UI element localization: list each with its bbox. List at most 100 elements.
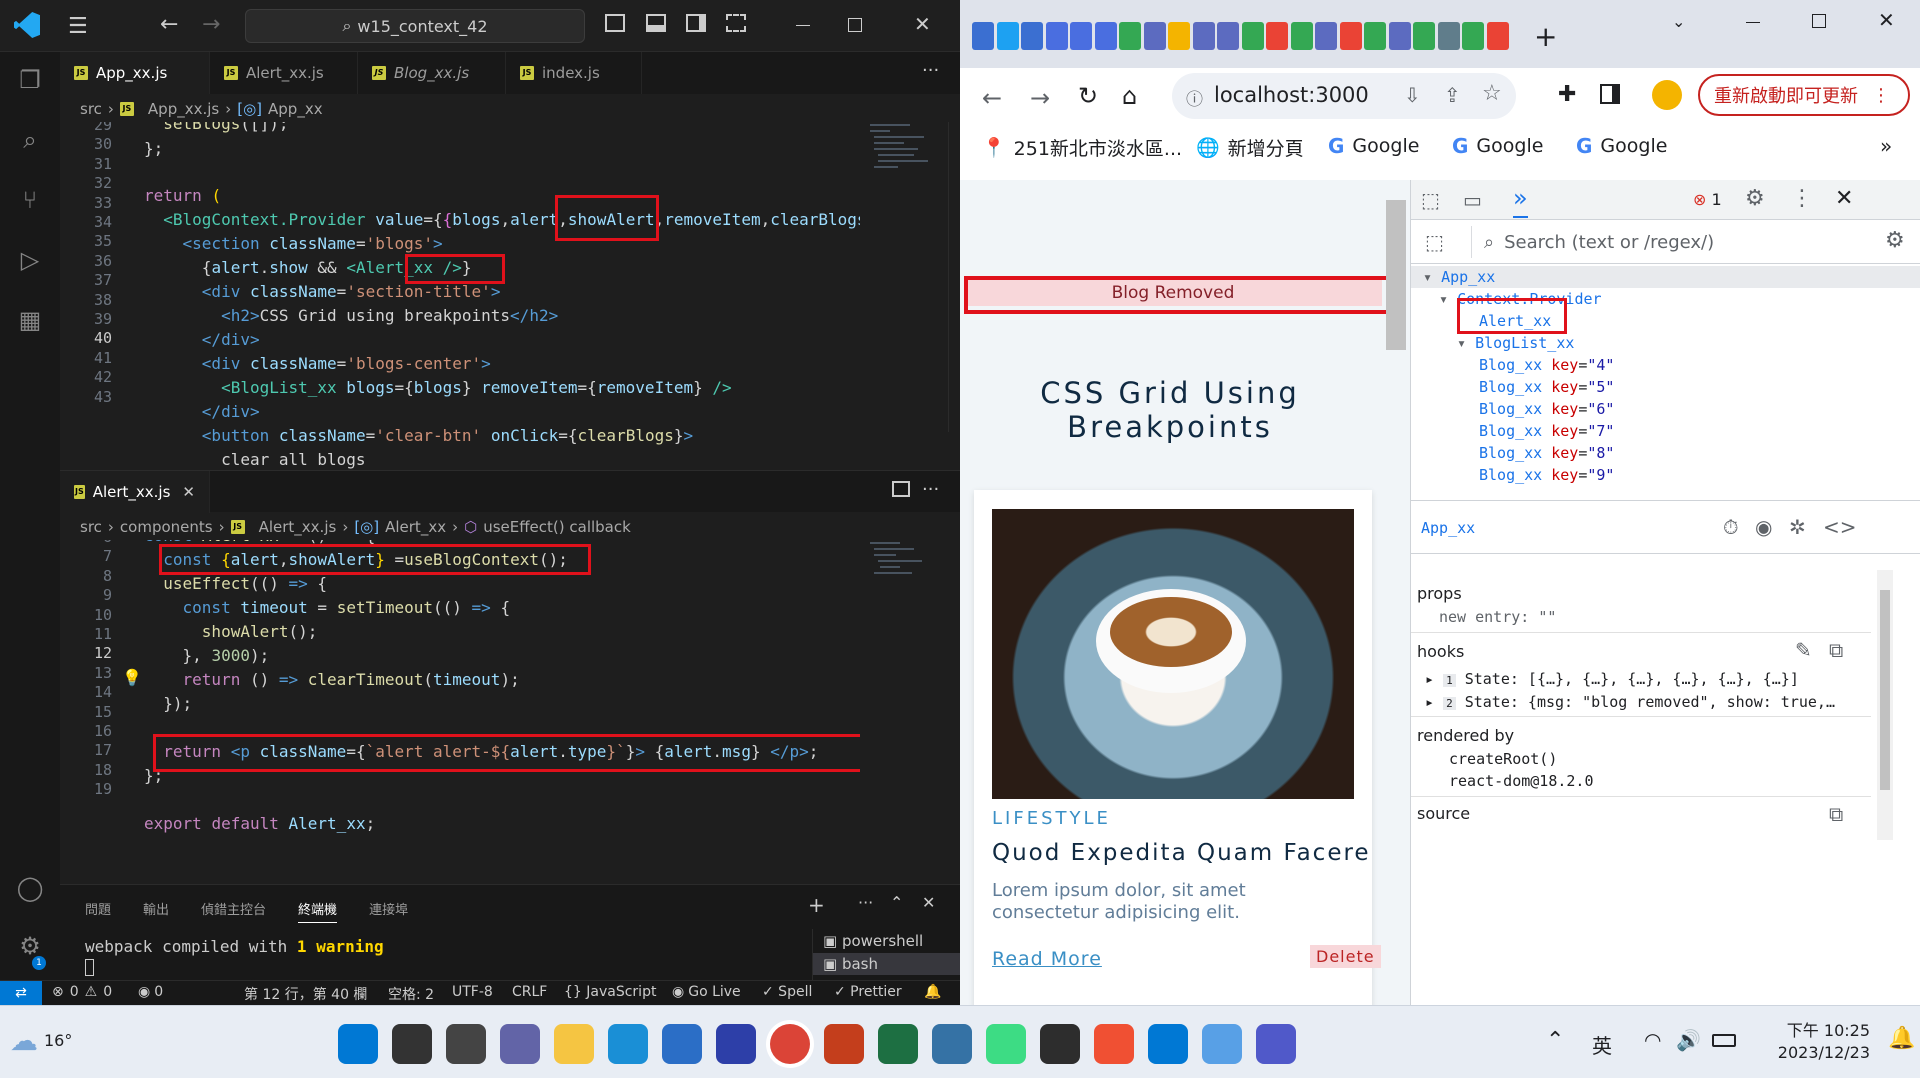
go-live[interactable]: ◉ Go Live — [672, 984, 741, 1000]
browser-tab[interactable] — [1315, 22, 1337, 50]
extensions-icon[interactable]: ✚ — [1558, 82, 1576, 107]
bookmark-3[interactable]: G Google — [1328, 134, 1419, 158]
tab-app-xx[interactable]: JS App_xx.js — [60, 52, 210, 94]
devtools-scrollbar[interactable] — [1877, 570, 1893, 840]
back-icon[interactable]: ← — [982, 84, 1002, 112]
browser-tab[interactable] — [1070, 22, 1092, 50]
chrome-icon[interactable] — [770, 1024, 810, 1064]
teams-icon[interactable] — [1256, 1024, 1296, 1064]
git-icon[interactable] — [1094, 1024, 1134, 1064]
panel-tab-ports[interactable]: 連接埠 — [369, 899, 408, 923]
clock[interactable]: 下午 10:25 2023/12/23 — [1760, 1020, 1870, 1064]
address-bar[interactable]: ⓘ localhost:3000 ⇩ ⇪ ☆ — [1172, 73, 1516, 119]
browser-tab[interactable] — [1217, 22, 1239, 50]
command-center-search[interactable]: ⌕ w15_context_42 — [245, 9, 585, 43]
bookmark-star-icon[interactable]: ☆ — [1482, 81, 1502, 106]
browser-tab[interactable] — [972, 22, 994, 50]
prettier-status[interactable]: ✓ Prettier — [834, 984, 902, 1000]
component-tree[interactable]: ▾ App_xx ▾ Context.Provider Alert_xx ▾ B… — [1411, 264, 1920, 504]
bookmark-5[interactable]: G Google — [1576, 134, 1667, 158]
browser-tab[interactable] — [1045, 22, 1068, 50]
settings-gear-icon[interactable]: ⚙ — [1745, 186, 1765, 211]
ime-indicator[interactable]: 英 — [1592, 1030, 1612, 1059]
timer-icon[interactable]: ⏱ — [1723, 515, 1739, 539]
toggle-panel-icon[interactable] — [646, 14, 666, 32]
terminal-item-bash[interactable]: ▣ bash — [813, 953, 960, 975]
more-tabs-icon[interactable]: » — [1513, 184, 1528, 218]
start-icon[interactable] — [338, 1024, 378, 1064]
explorer-icon[interactable]: ❐ — [14, 64, 46, 96]
more-bookmarks-icon[interactable]: » — [1880, 134, 1892, 158]
tab-alert-xx-2[interactable]: JS Alert_xx.js ✕ — [60, 471, 210, 513]
tab-alert-xx[interactable]: JS Alert_xx.js — [210, 52, 358, 94]
panel-tab-debug-console[interactable]: 偵錯主控台 — [201, 899, 266, 923]
tab-search-icon[interactable]: ⌄ — [1672, 12, 1685, 31]
browser-tab[interactable] — [1168, 22, 1190, 50]
android-studio-icon[interactable] — [986, 1024, 1026, 1064]
search-icon[interactable] — [392, 1024, 432, 1064]
account-icon[interactable]: ◯ — [14, 872, 46, 904]
tree-node-root[interactable]: ▾ App_xx — [1423, 268, 1495, 286]
notification-bell-icon[interactable]: 🔔 — [1888, 1026, 1915, 1051]
close-tab-icon[interactable]: ✕ — [182, 483, 195, 501]
reload-icon[interactable]: ↻ — [1078, 82, 1098, 110]
parse-hooks-icon[interactable]: ✎ — [1795, 638, 1812, 662]
panel-tab-output[interactable]: 輸出 — [143, 899, 169, 923]
menu-icon[interactable]: ☰ — [68, 14, 88, 39]
weather-widget[interactable]: ☁ 16° — [10, 1024, 72, 1057]
minimize-icon[interactable] — [796, 25, 810, 26]
close-icon[interactable]: ✕ — [914, 12, 931, 36]
encoding[interactable]: UTF-8 — [452, 984, 493, 1000]
maximize-icon[interactable] — [848, 18, 862, 32]
tab-blog-xx[interactable]: JS Blog_xx.js — [358, 52, 506, 94]
lightbulb-icon[interactable]: 💡 — [122, 668, 142, 687]
home-icon[interactable]: ⌂ — [1122, 82, 1137, 110]
browser-tab[interactable] — [1143, 22, 1166, 50]
extensions-icon[interactable]: ▦ — [14, 304, 46, 336]
new-tab-icon[interactable]: + — [1534, 20, 1557, 53]
bookmark-2[interactable]: 🌐 新增分頁 — [1196, 134, 1304, 161]
browser-tab[interactable] — [1094, 22, 1117, 50]
chat-icon[interactable] — [500, 1024, 540, 1064]
bookmark-4[interactable]: G Google — [1452, 134, 1543, 158]
vscode-icon[interactable] — [1148, 1024, 1188, 1064]
bookmark-1[interactable]: 📍 251新北市淡水區... — [982, 134, 1182, 161]
search-icon[interactable]: ⌕ — [14, 124, 46, 156]
back-arrow-icon[interactable]: ← — [160, 12, 178, 37]
error-count[interactable]: ⊗ 1 — [1693, 190, 1722, 209]
search-components[interactable]: ⌕ Search (text or /regex/) — [1471, 226, 1851, 258]
powerpoint-icon[interactable] — [824, 1024, 864, 1064]
vscode-alt-icon[interactable] — [716, 1024, 756, 1064]
app-icon[interactable] — [1202, 1024, 1242, 1064]
forward-arrow-icon[interactable]: → — [202, 12, 220, 37]
indentation[interactable]: 空格: 2 — [388, 984, 434, 1004]
profile-avatar[interactable] — [1652, 80, 1682, 110]
terminal-output[interactable]: webpack compiled with 1 warning — [85, 937, 384, 956]
read-more-link[interactable]: Read More — [992, 948, 1102, 970]
close-devtools-icon[interactable]: ✕ — [1835, 186, 1853, 211]
minimize-icon[interactable] — [1746, 22, 1760, 23]
browser-tab[interactable] — [1241, 22, 1264, 50]
volume-icon[interactable]: 🔊 — [1676, 1028, 1701, 1052]
remote-icon[interactable]: ⇄ — [0, 981, 42, 1005]
more-actions-icon[interactable]: ··· — [922, 479, 939, 500]
browser-tab[interactable] — [996, 22, 1019, 50]
close-icon[interactable]: ✕ — [1878, 8, 1895, 32]
tree-node-blog[interactable]: Blog_xx key="8" — [1479, 444, 1614, 462]
browser-tab[interactable] — [1119, 22, 1141, 50]
browser-tab[interactable] — [1437, 22, 1460, 50]
install-icon[interactable]: ⇩ — [1404, 83, 1421, 107]
more-icon[interactable]: ⋮ — [1791, 186, 1813, 211]
props-new-entry[interactable]: new entry: "" — [1439, 608, 1556, 626]
tree-node-blog[interactable]: Blog_xx key="9" — [1479, 466, 1614, 484]
device-toolbar-icon[interactable]: ▭ — [1463, 188, 1482, 212]
tree-node-bloglist[interactable]: ▾ BlogList_xx — [1457, 334, 1574, 352]
side-panel-icon[interactable] — [1600, 84, 1620, 104]
spell-status[interactable]: ✓ Spell — [762, 984, 812, 1000]
maximize-panel-icon[interactable]: ⌃ — [890, 893, 903, 912]
task-view-icon[interactable] — [446, 1024, 486, 1064]
eye-icon[interactable]: ◉ — [1755, 515, 1772, 539]
close-panel-icon[interactable]: ✕ — [922, 893, 935, 912]
tree-node-blog[interactable]: Blog_xx key="4" — [1479, 356, 1614, 374]
customize-layout-icon[interactable] — [726, 14, 746, 32]
